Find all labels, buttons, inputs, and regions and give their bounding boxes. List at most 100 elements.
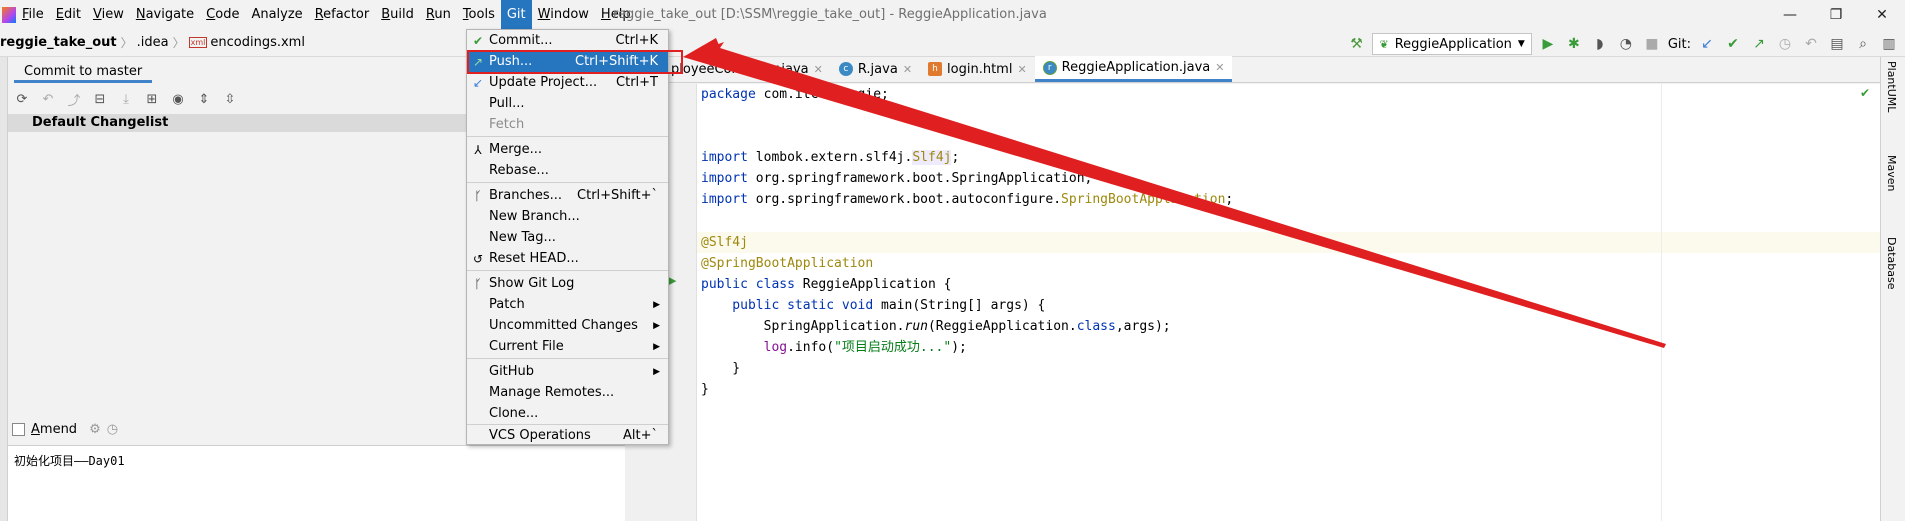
inspection-ok-icon[interactable]: ✔ [1860,86,1870,100]
rollback-icon[interactable]: ↶ [1801,34,1821,54]
menu-item-new-branch[interactable]: New Branch... [467,206,668,227]
close-icon[interactable]: ✕ [814,63,823,76]
commit-message-input[interactable]: 初始化项目——Day01 [8,445,625,521]
branch-icon: ᚴ [474,188,482,203]
rollback-icon[interactable]: ↶ [38,89,58,109]
clock-icon[interactable]: ◷ [107,422,118,437]
spring-icon: ❦ [1379,37,1389,51]
menu-item-branches[interactable]: ᚴ Branches... Ctrl+Shift+` [467,185,668,206]
run-configuration-select[interactable]: ❦ ReggieApplication ▼ [1372,33,1532,55]
menu-git[interactable]: Git [500,0,532,29]
code-line-15: } [701,382,709,397]
menu-item-patch[interactable]: Patch ▶ [467,294,668,315]
push-highlight-box [467,50,683,74]
search-icon[interactable]: ⌕ [1853,34,1873,54]
submenu-arrow-icon: ▶ [653,299,660,310]
maven-tool-tab[interactable]: Maven [1885,155,1898,191]
refresh-icon[interactable]: ⟳ [12,89,32,109]
download-icon[interactable]: ⤓ [116,89,136,109]
project-structure-icon[interactable]: ▤ [1827,34,1847,54]
menu-edit[interactable]: Edit [50,0,87,29]
menu-build[interactable]: Build [375,0,420,29]
git-log-icon: ᚴ [474,276,482,291]
window-title: reggie_take_out [D:\SSM\reggie_take_out]… [613,7,1047,22]
stop-icon[interactable]: ■ [1642,34,1662,54]
menu-window[interactable]: Window [532,0,595,29]
menu-file[interactable]: File [16,0,50,29]
debug-icon[interactable]: ✱ [1564,34,1584,54]
menu-item-commit[interactable]: ✔ Commit... Ctrl+K [467,30,668,51]
profile-icon[interactable]: ◔ [1616,34,1636,54]
menu-item-fetch[interactable]: Fetch [467,114,668,135]
menu-analyze[interactable]: Analyze [245,0,308,29]
merge-icon[interactable]: ⤴ [64,89,84,109]
menu-separator [467,182,668,183]
code-line-12: SpringApplication.run(ReggieApplication.… [701,319,1171,334]
menu-item-update-project[interactable]: ↙ Update Project... Ctrl+T [467,72,668,93]
layout-icon[interactable]: ▥ [1879,34,1899,54]
check-icon: ✔ [472,33,484,48]
tab-login-html[interactable]: h login.html ✕ [920,56,1035,82]
minimize-icon[interactable]: — [1767,0,1813,29]
code-line-13: log.info("项目启动成功..."); [763,340,967,355]
menu-item-manage-remotes[interactable]: Manage Remotes... [467,382,668,403]
chevron-right-icon: 〉 [172,36,185,50]
history-icon[interactable]: ◷ [1775,34,1795,54]
tab-r-java[interactable]: c R.java ✕ [831,56,920,82]
run-icon[interactable]: ▶ [1538,34,1558,54]
menu-view[interactable]: View [87,0,130,29]
amend-checkbox[interactable] [12,422,25,436]
window-controls: — ❐ ✕ [1767,0,1905,29]
menu-tools[interactable]: Tools [457,0,501,29]
git-push-icon[interactable]: ↗ [1749,34,1769,54]
menu-item-pull[interactable]: Pull... [467,93,668,114]
menu-item-merge[interactable]: ⅄ Merge... [467,139,668,160]
database-tool-tab[interactable]: Database [1885,237,1898,290]
menu-refactor[interactable]: Refactor [309,0,376,29]
menu-separator [467,136,668,137]
menu-item-new-tag[interactable]: New Tag... [467,227,668,248]
merge-icon: ⅄ [474,142,482,157]
menu-run[interactable]: Run [420,0,457,29]
close-icon[interactable]: ✕ [1215,61,1224,74]
tab-reggie-application[interactable]: r ReggieApplication.java ✕ [1034,56,1233,82]
menu-item-uncommitted-changes[interactable]: Uncommitted Changes ▶ [467,315,668,336]
menu-item-github[interactable]: GitHub ▶ [467,361,668,382]
collapse-all-icon[interactable]: ⇳ [220,89,240,109]
code-editor[interactable]: package com.itcf.reggie; import lombok.e… [697,84,1880,521]
close-icon[interactable]: ✕ [903,63,912,76]
coverage-icon[interactable]: ◗ [1590,34,1610,54]
eye-icon[interactable]: ◉ [168,89,188,109]
submenu-arrow-icon: ▶ [653,320,660,331]
menu-item-reset-head[interactable]: ↺ Reset HEAD... [467,248,668,269]
breadcrumb-folder[interactable]: .idea [137,35,169,50]
diff-icon[interactable]: ⊟ [90,89,110,109]
menu-item-vcs-operations[interactable]: VCS Operations Alt+` [467,425,668,446]
breadcrumb-project[interactable]: reggie_take_out [0,35,117,50]
group-icon[interactable]: ⊞ [142,89,162,109]
run-gutter-icon[interactable]: ▶ [668,274,676,287]
menu-separator [467,270,668,271]
git-update-icon[interactable]: ↙ [1697,34,1717,54]
close-icon[interactable]: ✕ [1017,63,1026,76]
amend-row: Amend ⚙ ◷ [12,418,118,440]
maximize-icon[interactable]: ❐ [1813,0,1859,29]
tab-commit-to-master[interactable]: Commit to master [14,61,153,83]
menu-navigate[interactable]: Navigate [130,0,200,29]
menu-item-rebase[interactable]: Rebase... [467,160,668,181]
git-commit-icon[interactable]: ✔ [1723,34,1743,54]
menu-item-clone[interactable]: Clone... [467,403,668,424]
gear-icon[interactable]: ⚙ [89,422,101,437]
plantuml-tool-tab[interactable]: PlantUML [1885,61,1898,112]
current-line-highlight [697,232,1880,253]
expand-all-icon[interactable]: ⇕ [194,89,214,109]
xml-file-icon: xml [188,37,208,48]
menu-code[interactable]: Code [200,0,245,29]
menu-item-current-file[interactable]: Current File ▶ [467,336,668,357]
close-icon[interactable]: ✕ [1859,0,1905,29]
breadcrumb-file[interactable]: encodings.xml [210,35,305,50]
menu-separator [467,358,668,359]
commit-toolbar: ⟳ ↶ ⤴ ⊟ ⤓ ⊞ ◉ ⇕ ⇳ [12,87,240,111]
hammer-icon[interactable]: ⚒ [1346,34,1366,54]
menu-item-show-git-log[interactable]: ᚴ Show Git Log [467,273,668,294]
